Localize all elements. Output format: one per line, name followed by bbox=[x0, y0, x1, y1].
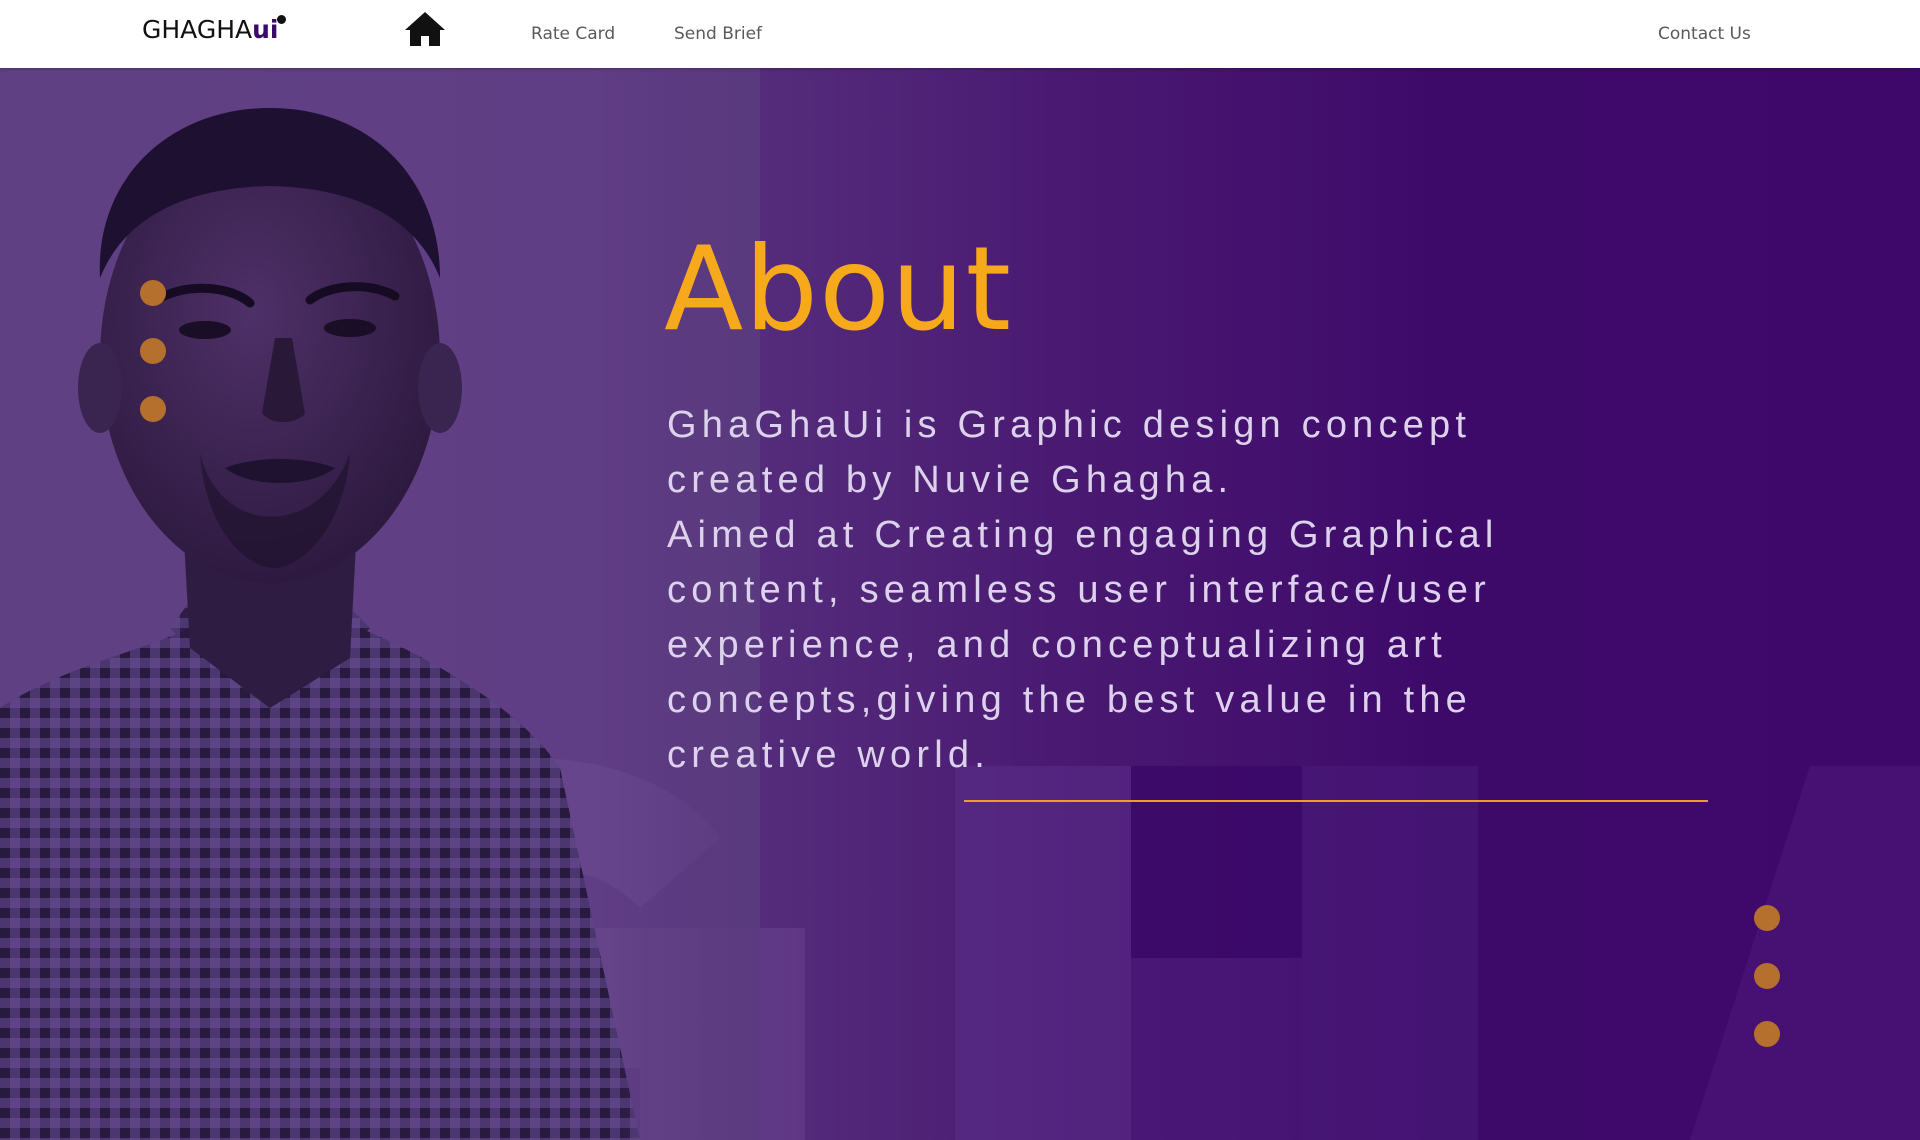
about-description: GhaGhaUi is Graphic design concept creat… bbox=[667, 398, 1647, 783]
top-navbar: GHAGHAui Rate Card Send Brief Contact Us bbox=[0, 0, 1920, 68]
decor-dot bbox=[1754, 905, 1780, 931]
decor-dot bbox=[140, 396, 166, 422]
decor-dot bbox=[140, 338, 166, 364]
about-hero-section: About GhaGhaUi is Graphic design concept… bbox=[0, 68, 1920, 1140]
nav-link-send-brief[interactable]: Send Brief bbox=[674, 24, 762, 44]
nav-link-rate-card[interactable]: Rate Card bbox=[531, 24, 615, 44]
about-paragraph: Aimed at Creating engaging Graphical con… bbox=[667, 514, 1499, 776]
home-icon[interactable] bbox=[404, 10, 446, 48]
about-paragraph: GhaGhaUi is Graphic design concept creat… bbox=[667, 404, 1472, 501]
about-heading: About bbox=[664, 222, 1012, 357]
profile-photo bbox=[0, 68, 760, 1140]
logo-main-text: GHAGHA bbox=[142, 15, 253, 44]
decor-dot bbox=[1754, 1021, 1780, 1047]
logo[interactable]: GHAGHAui bbox=[142, 15, 278, 44]
section-divider bbox=[964, 800, 1708, 802]
decor-dot bbox=[140, 280, 166, 306]
logo-dot bbox=[277, 15, 286, 24]
decor-dot bbox=[1754, 963, 1780, 989]
nav-link-contact-us[interactable]: Contact Us bbox=[1658, 24, 1751, 44]
logo-accent-text: ui bbox=[252, 15, 279, 44]
